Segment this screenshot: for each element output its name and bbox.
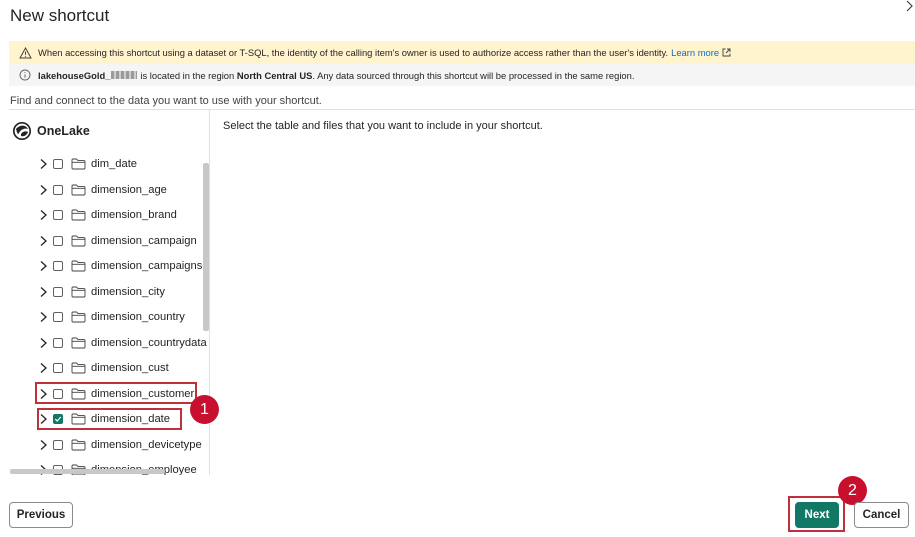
tree-item-label: dimension_country bbox=[91, 311, 185, 323]
chevron-right-icon[interactable] bbox=[39, 209, 48, 221]
tree-item-label: dimension_age bbox=[91, 184, 167, 196]
chevron-right-icon[interactable] bbox=[39, 235, 48, 247]
tree-item-checkbox[interactable] bbox=[53, 440, 63, 450]
tree-item-label: dimension_devicetype bbox=[91, 439, 202, 451]
horizontal-scrollbar[interactable] bbox=[10, 469, 165, 474]
region-info-middle: is located in the region bbox=[140, 69, 235, 81]
tree-item[interactable]: dimension_devicetype bbox=[9, 434, 209, 456]
folder-icon bbox=[71, 209, 86, 221]
tree-item-checkbox[interactable] bbox=[53, 287, 63, 297]
tree-item[interactable]: dimension_city bbox=[9, 281, 209, 303]
highlight-dimension-date bbox=[37, 408, 182, 430]
instructions-text: Find and connect to the data you want to… bbox=[10, 95, 322, 107]
learn-more-link[interactable]: Learn more bbox=[671, 47, 731, 58]
chevron-right-icon[interactable] bbox=[39, 439, 48, 451]
source-label: OneLake bbox=[37, 124, 90, 138]
warning-text: When accessing this shortcut using a dat… bbox=[38, 47, 669, 58]
next-button[interactable]: Next bbox=[795, 502, 839, 528]
tree-item-checkbox[interactable] bbox=[53, 261, 63, 271]
region-name: North Central US bbox=[236, 69, 313, 81]
warning-message-bar: When accessing this shortcut using a dat… bbox=[9, 41, 915, 64]
region-info-suffix: . Any data sourced through this shortcut… bbox=[312, 69, 635, 81]
redacted-text bbox=[111, 71, 138, 79]
folder-icon bbox=[71, 260, 86, 272]
folder-icon bbox=[71, 362, 86, 374]
step-badge-2: 2 bbox=[838, 476, 867, 505]
chevron-right-icon[interactable] bbox=[39, 337, 48, 349]
folder-icon bbox=[71, 184, 86, 196]
tree-item[interactable]: dimension_campaignse bbox=[9, 255, 209, 277]
chevron-right-icon[interactable] bbox=[39, 286, 48, 298]
tree-item[interactable]: dimension_age bbox=[9, 179, 209, 201]
chevron-right-icon[interactable] bbox=[39, 158, 48, 170]
info-icon bbox=[19, 69, 31, 81]
folder-icon bbox=[71, 286, 86, 298]
tree-item-label: dimension_cust bbox=[91, 362, 169, 374]
tree-item-checkbox[interactable] bbox=[53, 363, 63, 373]
chevron-right-icon[interactable] bbox=[39, 260, 48, 272]
folder-icon bbox=[71, 311, 86, 323]
source-header: OneLake bbox=[12, 121, 90, 141]
tree-item[interactable]: dim_date bbox=[9, 153, 209, 175]
folder-icon bbox=[71, 439, 86, 451]
tree-item[interactable]: dimension_cust bbox=[9, 357, 209, 379]
previous-button[interactable]: Previous bbox=[9, 502, 73, 528]
learn-more-label: Learn more bbox=[671, 47, 720, 58]
region-info-bar: lakehouseGold_ is located in the region … bbox=[9, 64, 915, 86]
chevron-right-icon[interactable] bbox=[39, 362, 48, 374]
close-chevron-icon[interactable] bbox=[904, 0, 915, 12]
warning-icon bbox=[19, 46, 32, 58]
vertical-scrollbar[interactable] bbox=[203, 163, 209, 331]
onelake-icon bbox=[12, 121, 32, 141]
highlight-dimension-customer bbox=[35, 382, 197, 404]
tree-item-label: dimension_campaignse bbox=[91, 260, 209, 272]
lakehouse-name: lakehouseGold_ bbox=[38, 69, 111, 81]
folder-icon bbox=[71, 235, 86, 247]
tree-item-checkbox[interactable] bbox=[53, 159, 63, 169]
tree-item-label: dimension_countrydata bbox=[91, 337, 207, 349]
tree-item-label: dim_date bbox=[91, 158, 138, 170]
tree-item[interactable]: dimension_country bbox=[9, 306, 209, 328]
tree-item-checkbox[interactable] bbox=[53, 312, 63, 322]
tree-item-checkbox[interactable] bbox=[53, 236, 63, 246]
folder-icon bbox=[71, 337, 86, 349]
tree-item[interactable]: dimension_countrydata bbox=[9, 332, 209, 354]
tree-item[interactable]: dimension_brand bbox=[9, 204, 209, 226]
dialog-title: New shortcut bbox=[10, 6, 110, 25]
selection-hint: Select the table and files that you want… bbox=[223, 120, 543, 132]
step-badge-1: 1 bbox=[190, 395, 219, 424]
tree-item-checkbox[interactable] bbox=[53, 185, 63, 195]
chevron-right-icon[interactable] bbox=[39, 311, 48, 323]
tree-item-label: dimension_brand bbox=[91, 209, 177, 221]
cancel-button[interactable]: Cancel bbox=[854, 502, 909, 528]
tree-item-label: dimension_campaign bbox=[91, 235, 197, 247]
tree-item[interactable]: dimension_campaign bbox=[9, 230, 209, 252]
open-external-icon bbox=[722, 48, 731, 57]
chevron-right-icon[interactable] bbox=[39, 184, 48, 196]
tree-item-label: dimension_city bbox=[91, 286, 165, 298]
tree-item-checkbox[interactable] bbox=[53, 210, 63, 220]
tree-item-checkbox[interactable] bbox=[53, 338, 63, 348]
folder-icon bbox=[71, 158, 86, 170]
